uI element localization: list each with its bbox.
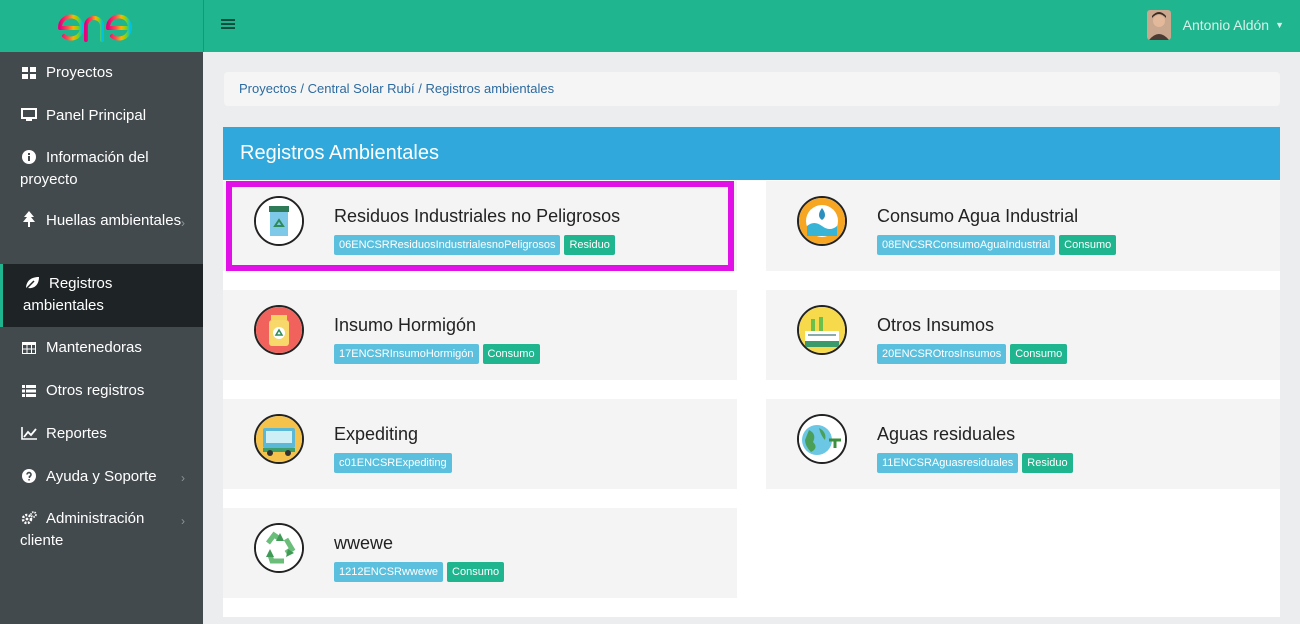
record-title: Otros Insumos: [877, 315, 995, 335]
record-type-badge: Consumo: [1010, 344, 1068, 364]
caret-down-icon: ▼: [1275, 20, 1284, 30]
record-code-badge: c01ENCSRExpediting: [334, 453, 452, 473]
leaf-icon: [23, 276, 41, 296]
record-type-badge: Consumo: [482, 344, 540, 364]
record-card-residuos-industriales[interactable]: Residuos Industriales no Peligrosos 06EN…: [223, 181, 737, 271]
breadcrumb: Proyectos / Central Solar Rubí / Registr…: [224, 72, 1280, 106]
sidebar-item-label: Otros registros: [46, 382, 145, 399]
user-menu[interactable]: Antonio Aldón ▼: [1146, 10, 1284, 40]
record-code-badge: 1212ENCSRwwewe: [334, 562, 444, 582]
monitor-icon: [20, 108, 38, 128]
table-icon: [20, 340, 38, 360]
record-code-badge: 11ENCSRAguasresiduales: [877, 453, 1019, 473]
sidebar-item-label: Panel Principal: [46, 107, 147, 124]
sidebar-item-label: Ayuda y Soporte: [46, 468, 157, 485]
record-card-expediting[interactable]: Expediting c01ENCSRExpediting: [223, 399, 737, 489]
sidebar-item-panel-principal[interactable]: Panel Principal: [0, 95, 203, 138]
record-tags: c01ENCSRExpediting: [334, 453, 456, 473]
record-code-badge: 17ENCSRInsumoHormigón: [334, 344, 479, 364]
record-tags: 11ENCSRAguasresiduales Residuo: [877, 453, 1077, 473]
record-tags: 1212ENCSRwwewe Consumo: [334, 562, 508, 582]
record-title: Consumo Agua Industrial: [877, 206, 1079, 226]
panel-title: Registros Ambientales: [223, 127, 1280, 180]
record-tags: 17ENCSRInsumoHormigón Consumo: [334, 344, 544, 364]
list-icon: [20, 383, 38, 403]
user-name: Antonio Aldón: [1182, 17, 1270, 33]
record-title: Expediting: [334, 424, 419, 444]
info-icon: [20, 150, 38, 170]
container-icon: [254, 305, 304, 355]
breadcrumb-current: Registros ambientales: [425, 81, 555, 96]
sidebar-item-proyectos[interactable]: Proyectos: [0, 52, 203, 95]
record-card-otros-insumos[interactable]: Otros Insumos 20ENCSROtrosInsumos Consum…: [766, 290, 1280, 380]
record-tags: 06ENCSRResiduosIndustrialesnoPeligrosos …: [334, 235, 619, 255]
sidebar-item-mantenedoras[interactable]: Mantenedoras: [0, 327, 203, 370]
chevron-right-icon: ›: [181, 216, 185, 230]
record-tags: 20ENCSROtrosInsumos Consumo: [877, 344, 1071, 364]
menu-toggle-icon[interactable]: [221, 19, 235, 31]
question-icon: [20, 469, 38, 489]
sidebar-item-ayuda[interactable]: Ayuda y Soporte ›: [0, 456, 203, 499]
recycle-arrows-icon: [254, 523, 304, 573]
record-title: Aguas residuales: [877, 424, 1016, 444]
sidebar-item-label: Proyectos: [46, 64, 113, 81]
sidebar: Proyectos Panel Principal Información de…: [0, 0, 203, 624]
line-chart-icon: [20, 426, 38, 446]
breadcrumb-proyectos[interactable]: Proyectos: [239, 81, 297, 96]
enel-logo[interactable]: [0, 0, 203, 52]
sidebar-nav: Proyectos Panel Principal Información de…: [0, 52, 203, 562]
earth-pipe-icon: [797, 414, 847, 464]
breadcrumb-separator: /: [414, 81, 426, 96]
chevron-right-icon: ›: [181, 471, 185, 485]
tree-icon: [20, 211, 38, 233]
record-type-badge: Residuo: [1022, 453, 1073, 473]
sidebar-item-label: Mantenedoras: [46, 339, 142, 356]
record-code-badge: 20ENCSROtrosInsumos: [877, 344, 1007, 364]
sidebar-item-otros-registros[interactable]: Otros registros: [0, 370, 203, 413]
gears-icon: [20, 511, 38, 531]
record-title: wwewe: [334, 533, 394, 553]
truck-icon: [254, 414, 304, 464]
grid-icon: [20, 65, 38, 85]
sidebar-item-informacion[interactable]: Información del proyecto: [0, 138, 203, 201]
factory-icon: [797, 305, 847, 355]
record-card-insumo-hormigon[interactable]: Insumo Hormigón 17ENCSRInsumoHormigón Co…: [223, 290, 737, 380]
record-type-badge: Consumo: [447, 562, 505, 582]
record-title: Insumo Hormigón: [334, 315, 477, 335]
record-card-consumo-agua[interactable]: Consumo Agua Industrial 08ENCSRConsumoAg…: [766, 181, 1280, 271]
record-title: Residuos Industriales no Peligrosos: [334, 206, 621, 226]
record-card-aguas-residuales[interactable]: Aguas residuales 11ENCSRAguasresiduales …: [766, 399, 1280, 489]
record-type-badge: Residuo: [564, 235, 615, 255]
record-type-badge: Consumo: [1059, 235, 1117, 255]
recycle-bin-icon: [254, 196, 304, 246]
breadcrumb-central-solar[interactable]: Central Solar Rubí: [308, 81, 415, 96]
record-code-badge: 06ENCSRResiduosIndustrialesnoPeligrosos: [334, 235, 561, 255]
sidebar-item-label: Información del proyecto: [20, 149, 149, 188]
sidebar-item-label: Administración cliente: [20, 510, 145, 549]
record-code-badge: 08ENCSRConsumoAguaIndustrial: [877, 235, 1056, 255]
sidebar-item-registros[interactable]: Registros ambientales: [0, 264, 203, 327]
chevron-right-icon: ›: [181, 514, 185, 528]
avatar: [1146, 10, 1171, 40]
water-drop-icon: [797, 196, 847, 246]
sidebar-item-huellas[interactable]: Huellas ambientales ›: [0, 201, 203, 264]
breadcrumb-separator: /: [296, 81, 308, 96]
records-panel: Registros Ambientales Residuos Industria…: [223, 127, 1280, 617]
sidebar-item-reportes[interactable]: Reportes: [0, 413, 203, 456]
sidebar-item-label: Huellas ambientales: [46, 212, 182, 229]
record-card-wwewe[interactable]: wwewe 1212ENCSRwwewe Consumo: [223, 508, 737, 598]
topbar: Antonio Aldón ▼: [203, 0, 1300, 52]
record-tags: 08ENCSRConsumoAguaIndustrial Consumo: [877, 235, 1120, 255]
sidebar-item-label: Reportes: [46, 425, 107, 442]
sidebar-item-administracion[interactable]: Administración cliente ›: [0, 499, 203, 562]
